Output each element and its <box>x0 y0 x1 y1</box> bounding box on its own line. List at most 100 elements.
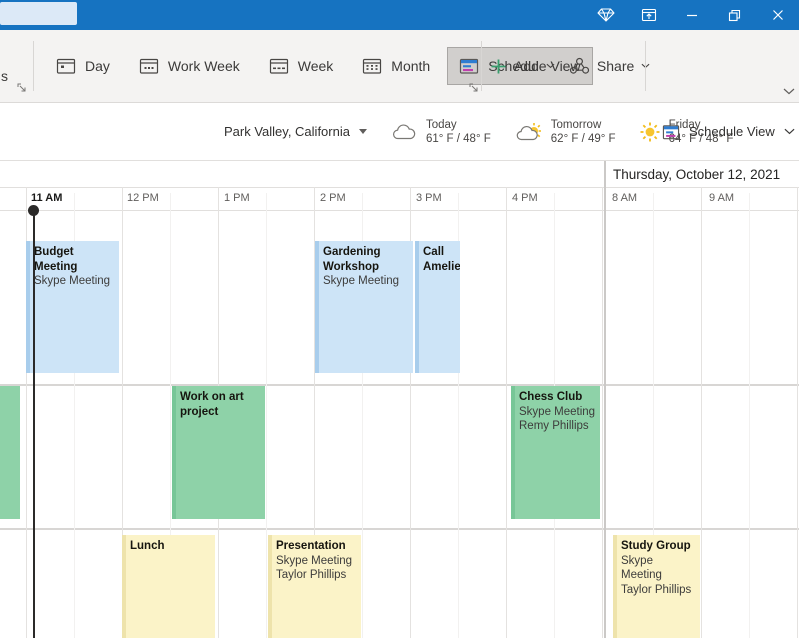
dialog-launcher-icon[interactable] <box>469 83 479 93</box>
day-boundary-line <box>604 161 606 638</box>
share-button[interactable]: Share <box>569 57 650 75</box>
schedule-view-icon <box>459 57 479 75</box>
cloudy-icon <box>391 123 417 141</box>
weather-tomorrow: Tomorrow 62° F / 49° F <box>515 118 616 146</box>
time-label: 2 PM <box>320 192 346 204</box>
gridline-hour <box>701 187 702 638</box>
collapse-ribbon-chevron-icon[interactable] <box>783 88 795 95</box>
work-week-view-label: Work Week <box>168 58 240 74</box>
event-title: Budget Meeting <box>34 245 116 274</box>
calendar-event[interactable]: Lunch <box>122 535 215 638</box>
event-detail: Skype Meeting <box>621 554 697 583</box>
event-title: Gardening Workshop <box>323 245 410 274</box>
chevron-down-icon <box>784 128 795 135</box>
weather-day-name: Today <box>426 118 491 132</box>
dialog-launcher-icon[interactable] <box>17 83 27 93</box>
calendar-event[interactable]: Work on art project <box>172 386 265 519</box>
event-title: Work on art project <box>180 390 262 419</box>
event-detail: Taylor Phillips <box>621 583 697 598</box>
gridline-hour <box>506 187 507 638</box>
week-view-label: Week <box>298 58 334 74</box>
dropdown-arrow-icon <box>359 129 367 134</box>
event-title: Study Group <box>621 539 697 554</box>
time-label: 12 PM <box>127 192 159 204</box>
close-icon[interactable] <box>756 0 799 30</box>
week-calendar-icon <box>269 57 289 75</box>
ribbon-actions-group: Add Share <box>490 30 650 102</box>
event-detail: Skype Meeting <box>34 274 116 289</box>
grid-top-divider <box>0 210 799 211</box>
share-icon <box>569 57 590 75</box>
clipped-button-label: s <box>1 68 8 84</box>
event-title: Chess Club <box>519 390 597 405</box>
weather-day-temps: 62° F / 49° F <box>551 132 616 146</box>
calendar-event[interactable] <box>0 386 20 519</box>
plus-icon <box>490 58 507 75</box>
event-detail: Skype Meeting <box>323 274 410 289</box>
add-button[interactable]: Add <box>490 58 555 75</box>
share-label: Share <box>597 58 634 74</box>
event-detail: Skype Meeting <box>276 554 358 569</box>
row-separator <box>0 384 799 386</box>
time-label-current: 11 AM <box>31 192 62 204</box>
minimize-icon[interactable] <box>670 0 713 30</box>
day-view-button[interactable]: Day <box>44 47 122 85</box>
weather-day-name: Tomorrow <box>551 118 616 132</box>
month-calendar-icon <box>362 57 382 75</box>
time-label: 1 PM <box>224 192 250 204</box>
date-header: Thursday, October 12, 2021 <box>613 167 780 182</box>
add-label: Add <box>514 58 539 74</box>
work-week-view-button[interactable]: Work Week <box>127 47 252 85</box>
current-time-line <box>33 211 35 638</box>
weather-location-label: Park Valley, California <box>224 124 350 139</box>
month-view-button[interactable]: Month <box>350 47 442 85</box>
title-bar <box>0 0 799 30</box>
schedule-view-icon <box>662 124 680 140</box>
popout-icon[interactable] <box>627 0 670 30</box>
calendar-event[interactable]: Call Amelie <box>415 241 460 373</box>
outlook-calendar-window: s Day Work Week <box>0 0 799 638</box>
calendar-schedule-view: Thursday, October 12, 2021 11 AM 12 PM 1 P… <box>0 160 799 638</box>
month-view-label: Month <box>391 58 430 74</box>
day-calendar-icon <box>56 57 76 75</box>
day-view-label: Day <box>85 58 110 74</box>
week-view-button[interactable]: Week <box>257 47 346 85</box>
header-divider <box>0 187 799 188</box>
weather-today: Today 61° F / 48° F <box>391 118 491 146</box>
time-label: 3 PM <box>416 192 442 204</box>
ribbon-group-separator <box>481 41 482 91</box>
window-tab-fragment <box>0 2 77 25</box>
window-controls <box>584 0 799 30</box>
ribbon-group-separator <box>33 41 34 91</box>
weather-location-dropdown[interactable]: Park Valley, California <box>224 124 367 139</box>
calendar-event[interactable]: Study GroupSkype MeetingTaylor Phillips <box>613 535 700 638</box>
time-label: 9 AM <box>709 192 734 204</box>
calendar-event[interactable]: Budget MeetingSkype Meeting <box>26 241 119 373</box>
event-detail: Skype Meeting <box>519 405 597 420</box>
work-week-calendar-icon <box>139 57 159 75</box>
ribbon-toolbar: s Day Work Week <box>0 30 799 103</box>
calendar-view-selector-dropdown[interactable]: Schedule View <box>662 103 795 160</box>
gridline-half-hour <box>749 193 750 638</box>
time-label: 4 PM <box>512 192 538 204</box>
gem-icon[interactable] <box>584 0 627 30</box>
ribbon-group-separator <box>645 41 646 91</box>
gridline-hour <box>602 187 603 638</box>
sunny-icon <box>640 122 660 142</box>
restore-icon[interactable] <box>713 0 756 30</box>
time-label: 8 AM <box>612 192 637 204</box>
chevron-down-icon <box>546 63 555 69</box>
partly-sunny-icon <box>515 122 542 141</box>
calendar-event[interactable]: PresentationSkype MeetingTaylor Phillips <box>268 535 361 638</box>
event-title: Lunch <box>130 539 212 554</box>
event-detail: Taylor Phillips <box>276 568 358 583</box>
event-title: Presentation <box>276 539 358 554</box>
calendar-event[interactable]: Gardening WorkshopSkype Meeting <box>315 241 413 373</box>
event-detail: Remy Phillips <box>519 419 597 434</box>
calendar-event[interactable]: Chess ClubSkype MeetingRemy Phillips <box>511 386 600 519</box>
row-separator <box>0 528 799 530</box>
view-selector-label: Schedule View <box>689 124 775 139</box>
event-title: Call Amelie <box>423 245 457 274</box>
gridline-half-hour <box>266 193 267 638</box>
weather-day-temps: 61° F / 48° F <box>426 132 491 146</box>
